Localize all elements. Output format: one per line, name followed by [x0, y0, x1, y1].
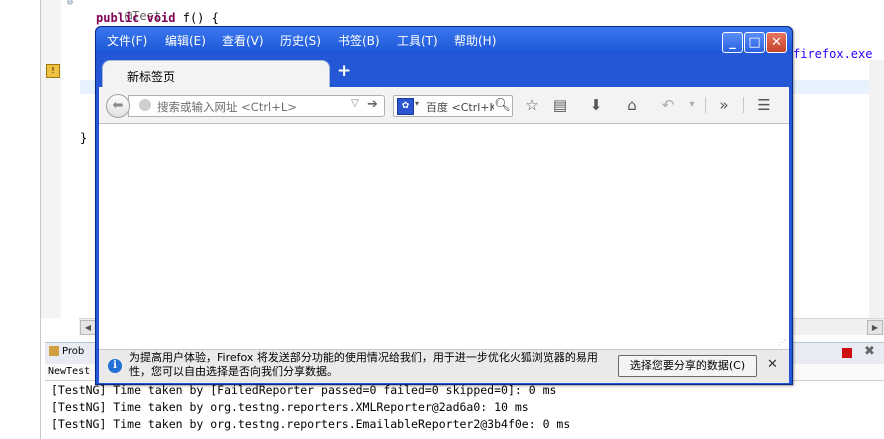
notification-close-icon[interactable]: ✕	[767, 357, 778, 372]
tab-problems[interactable]: Prob	[49, 346, 84, 357]
code-line-method: public void f() {	[96, 11, 219, 25]
download-icon[interactable]: ⬇	[585, 95, 607, 115]
scroll-right-icon[interactable]: ▶	[867, 320, 883, 335]
choose-data-button[interactable]: 选择您要分享的数据(C)	[618, 355, 757, 377]
magnifier-icon[interactable]: 🔍︎	[494, 97, 511, 114]
remove-launch-icon[interactable]: ✖	[864, 344, 875, 359]
bookmark-star-icon[interactable]: ☆	[521, 95, 543, 115]
search-box[interactable]: ✿ ▾ 百度 <Ctrl+K> 🔍︎	[393, 95, 513, 117]
firefox-window: 文件(F) 编辑(E) 查看(V) 历史(S) 书签(B) 工具(T) 帮助(H…	[95, 26, 793, 385]
home-icon[interactable]: ⌂	[621, 95, 643, 115]
baidu-paw-icon[interactable]: ✿	[397, 98, 414, 115]
menu-bookmarks[interactable]: 书签(B)	[338, 32, 380, 49]
ide-left-strip	[0, 0, 40, 439]
minimize-icon: _	[729, 35, 736, 50]
menu-view[interactable]: 查看(V)	[222, 32, 264, 49]
menu-bar: 文件(F) 编辑(E) 查看(V) 历史(S) 书签(B) 工具(T) 帮助(H…	[96, 27, 792, 53]
url-bar[interactable]: 搜索或输入网址 <Ctrl+L> ▽ ➔	[128, 95, 385, 117]
menu-edit[interactable]: 编辑(E)	[165, 32, 206, 49]
resize-grip-icon[interactable]: ⋰	[778, 338, 786, 347]
overflow-icon[interactable]: »	[713, 95, 735, 115]
url-dropdown-icon[interactable]: ▽	[351, 98, 359, 109]
warning-marker-icon[interactable]: !	[46, 64, 60, 78]
data-sharing-notification: i 为提高用户体验，Firefox 将发送部分功能的使用情况给我们，用于进一步优…	[99, 349, 789, 383]
search-engine-dropdown-icon[interactable]: ▾	[415, 99, 419, 108]
fold-collapse-icon[interactable]: ⊖	[67, 0, 73, 8]
reading-list-icon[interactable]: ▤	[549, 95, 571, 115]
minimize-button[interactable]: _	[722, 32, 743, 53]
undo-dropdown-icon[interactable]: ▾	[681, 95, 703, 115]
menu-help[interactable]: 帮助(H)	[454, 32, 496, 49]
globe-icon	[139, 99, 151, 111]
url-placeholder: 搜索或输入网址 <Ctrl+L>	[157, 100, 297, 114]
editor-vertical-scrollbar[interactable]	[869, 60, 884, 318]
back-arrow-icon: ⬅	[112, 98, 124, 113]
console-line: [TestNG] Time taken by org.testng.report…	[51, 417, 571, 431]
close-icon: ✕	[771, 35, 782, 50]
problems-icon	[49, 346, 59, 356]
maximize-button[interactable]: □	[744, 32, 765, 53]
tab-strip: 新标签页 +	[99, 57, 789, 89]
maximize-icon: □	[748, 35, 761, 50]
go-arrow-icon[interactable]: ➔	[367, 97, 378, 112]
info-icon: i	[108, 359, 122, 373]
undo-icon[interactable]: ↶	[657, 95, 679, 115]
close-window-button[interactable]: ✕	[766, 32, 787, 53]
back-button[interactable]: ⬅	[106, 94, 130, 118]
console-launch-name: NewTest	[48, 366, 91, 377]
code-closing-brace: }	[80, 131, 88, 145]
menu-tools[interactable]: 工具(T)	[397, 32, 438, 49]
editor-ruler	[41, 0, 61, 318]
scroll-left-icon[interactable]: ◀	[80, 320, 96, 335]
code-string-fragment: firefox.exe	[793, 47, 873, 61]
tab-new-tab-page[interactable]: 新标签页	[102, 60, 330, 89]
notification-text: 为提高用户体验，Firefox 将发送部分功能的使用情况给我们，用于进一步优化火…	[129, 351, 598, 378]
toolbar-separator	[705, 97, 706, 113]
menu-history[interactable]: 历史(S)	[280, 32, 321, 49]
console-line: [TestNG] Time taken by org.testng.report…	[51, 400, 529, 414]
console-line: [TestNG] Time taken by [FailedReporter p…	[51, 383, 557, 397]
tab-title: 新标签页	[127, 70, 176, 84]
menu-file[interactable]: 文件(F)	[107, 32, 147, 49]
page-content[interactable]	[99, 124, 789, 349]
navigation-toolbar: 搜索或输入网址 <Ctrl+L> ▽ ➔ ⬅ ✿ ▾ 百度 <Ctrl+K> 🔍…	[99, 87, 789, 124]
toolbar-separator	[743, 97, 744, 113]
hamburger-menu-icon[interactable]: ☰	[753, 95, 775, 115]
new-tab-button[interactable]: +	[337, 61, 351, 81]
terminate-icon[interactable]	[842, 348, 852, 358]
